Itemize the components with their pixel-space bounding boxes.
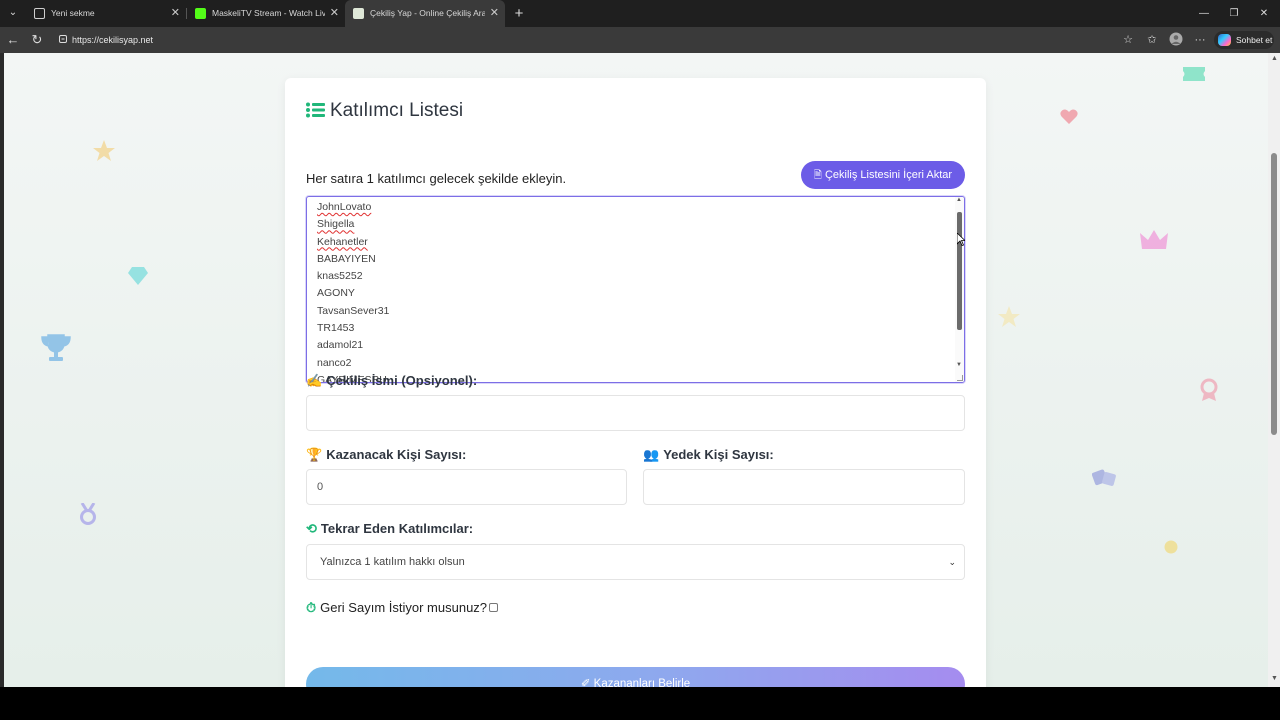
restore-window-icon[interactable]: ❐: [1222, 0, 1246, 27]
user-clock-icon: 👥: [643, 447, 660, 462]
tab-cekilis-yap[interactable]: Çekiliş Yap - Online Çekiliş Aracı ✕: [345, 0, 505, 27]
coin-decoration-icon: [1164, 540, 1178, 554]
star-decoration-icon: [93, 140, 115, 161]
tab-maskelitv[interactable]: MaskeliTV Stream - Watch Live on ✕: [187, 0, 345, 27]
taskbar-area: [0, 687, 1280, 720]
tab-bar: ⌄ Yeni sekme ✕ MaskeliTV Stream - Watch …: [0, 0, 1280, 27]
refresh-icon[interactable]: ↻: [28, 31, 46, 49]
tab-title: Çekiliş Yap - Online Çekiliş Aracı: [370, 8, 485, 18]
close-tab-icon[interactable]: ✕: [490, 0, 499, 27]
page-scrollbar[interactable]: ▲ ▼: [1268, 53, 1280, 687]
participant-line: TavsanSever31: [317, 304, 390, 317]
new-tab-favicon-icon: [34, 8, 45, 19]
copilot-label: Sohbet et: [1236, 35, 1273, 45]
new-tab-button[interactable]: +: [512, 0, 526, 27]
ticket-decoration-icon: [1183, 67, 1205, 81]
participant-hint: Her satıra 1 katılımcı gelecek şekilde e…: [306, 171, 567, 186]
page-title: Katılımcı Listesi: [330, 100, 464, 121]
participant-line: adamol21: [317, 339, 364, 352]
import-list-button[interactable]: 🗎 Çekiliş Listesini İçeri Aktar: [801, 161, 965, 189]
winners-count-input[interactable]: 0: [306, 469, 627, 505]
kick-favicon-icon: [195, 8, 206, 19]
import-list-label: Çekiliş Listesini İçeri Aktar: [824, 169, 953, 181]
sync-icon: ⟲: [306, 521, 317, 536]
determine-winners-label: Kazananları Belirle: [593, 678, 691, 687]
repeat-participants-label-text: Tekrar Eden Katılımcılar:: [320, 521, 474, 536]
backup-count-label-text: Yedek Kişi Sayısı:: [663, 447, 774, 462]
chevron-down-icon: ⌄: [948, 557, 956, 567]
participant-line: TR1453: [317, 322, 355, 335]
raffle-name-input[interactable]: [306, 395, 965, 431]
magic-wand-icon: ✐: [580, 678, 591, 687]
raffle-name-label: ✍ Çekiliş İsmi (Opsiyonel):: [306, 373, 477, 389]
copilot-chat-button[interactable]: Sohbet et: [1214, 31, 1274, 49]
favorites-icon[interactable]: ✩: [1144, 32, 1160, 48]
participant-line: Kehanetler: [317, 235, 368, 248]
award-decoration-icon: [1200, 378, 1218, 401]
scroll-up-icon[interactable]: ▲: [956, 197, 962, 203]
stopwatch-icon: ⏱: [306, 600, 317, 615]
tab-title: Yeni sekme: [51, 8, 95, 18]
page-viewport: Katılımcı Listesi Her satıra 1 katılımcı…: [0, 53, 1280, 687]
back-icon[interactable]: ←: [4, 31, 22, 49]
participant-lines: JohnLovato Shigella Kehanetler BABAYIYEN kna…: [317, 199, 390, 382]
crown-decoration-icon: [1140, 230, 1168, 249]
repeat-participants-label: ⟲ Tekrar Eden Katılımcılar:: [306, 521, 473, 537]
cekilis-favicon-icon: [353, 8, 364, 19]
backup-count-input[interactable]: [643, 469, 965, 505]
participant-line: AGONY: [317, 287, 355, 300]
participant-line: BABAYIYEN: [317, 252, 376, 265]
star-faint-decoration-icon: [998, 306, 1020, 327]
participant-card: Katılımcı Listesi Her satıra 1 katılımcı…: [285, 78, 986, 687]
trophy-icon: 🏆: [306, 447, 323, 462]
close-tab-icon[interactable]: ✕: [171, 0, 180, 27]
close-window-icon[interactable]: ✕: [1252, 0, 1276, 27]
url-text: https://cekilisyap.net: [72, 35, 154, 45]
textarea-scroll-thumb[interactable]: [957, 212, 962, 330]
close-tab-icon[interactable]: ✕: [330, 0, 339, 27]
profile-avatar-icon[interactable]: [1168, 32, 1184, 48]
scroll-up-icon[interactable]: ▲: [1271, 55, 1278, 62]
countdown-label: ⏱ Geri Sayım İstiyor musunuz?: [306, 600, 487, 616]
signature-icon: ✍: [306, 373, 323, 388]
page-scroll-thumb[interactable]: [1271, 153, 1277, 435]
heart-decoration-icon: [1060, 109, 1078, 124]
list-icon: [306, 102, 325, 118]
countdown-label-text: Geri Sayım İstiyor musunuz?: [320, 600, 488, 615]
countdown-checkbox[interactable]: [489, 603, 498, 612]
address-bar: ← ↻ https://cekilisyap.net ☆ ✩ ··· Sohbe…: [0, 27, 1280, 53]
copilot-icon: [1218, 34, 1231, 46]
textarea-scrollbar[interactable]: ▲ ▼: [955, 197, 964, 382]
scroll-down-icon[interactable]: ▼: [1271, 675, 1278, 682]
participant-line: knas5252: [317, 270, 363, 283]
winners-count-label: 🏆 Kazanacak Kişi Sayısı:: [306, 447, 466, 463]
resize-handle[interactable]: [957, 375, 963, 381]
tab-new-tab[interactable]: Yeni sekme ✕: [26, 0, 186, 27]
url-field[interactable]: https://cekilisyap.net: [52, 30, 1142, 50]
tab-title: MaskeliTV Stream - Watch Live on: [212, 8, 325, 18]
participant-line: JohnLovato: [317, 201, 372, 213]
mouse-cursor-icon: [957, 233, 965, 246]
minimize-window-icon[interactable]: —: [1192, 0, 1216, 27]
favorite-star-icon[interactable]: ☆: [1120, 32, 1136, 48]
repeat-participants-select[interactable]: Yalnızca 1 katılım hakkı olsun ⌄: [306, 544, 965, 580]
determine-winners-button[interactable]: ✐ Kazananları Belirle: [306, 667, 965, 687]
participant-list-textarea[interactable]: JohnLovato Shigella Kehanetler BABAYIYEN kna…: [306, 196, 965, 383]
raffle-name-label-text: Çekiliş İsmi (Opsiyonel):: [326, 373, 478, 388]
backup-count-label: 👥 Yedek Kişi Sayısı:: [643, 447, 774, 463]
winners-count-label-text: Kazanacak Kişi Sayısı:: [326, 447, 467, 462]
more-options-icon[interactable]: ···: [1192, 32, 1208, 48]
diamond-decoration-icon: [128, 267, 148, 285]
dice-decoration-icon: [1092, 469, 1116, 486]
participant-line: nanco2: [317, 356, 352, 369]
site-info-icon[interactable]: [58, 34, 68, 44]
tab-actions-menu-button[interactable]: ⌄: [4, 4, 22, 22]
trophy-decoration-icon: [41, 334, 71, 361]
participant-line: Shigella: [317, 218, 355, 231]
repeat-selected-value: Yalnızca 1 katılım hakkı olsun: [320, 556, 465, 568]
medal-decoration-icon: [80, 503, 96, 525]
file-import-icon: 🗎: [813, 170, 822, 181]
scroll-down-icon[interactable]: ▼: [956, 362, 962, 368]
